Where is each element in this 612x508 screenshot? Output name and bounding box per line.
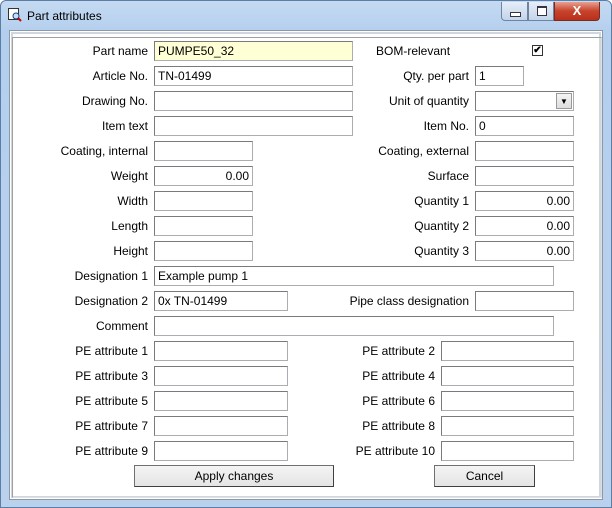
pe-1-label: PE attribute 1	[75, 344, 148, 358]
coating-external-input[interactable]	[475, 141, 574, 161]
unit-of-quantity-dropdown[interactable]: ▼	[475, 91, 574, 111]
close-icon: X	[572, 3, 582, 18]
length-label: Length	[111, 219, 148, 233]
quantity-3-input[interactable]: 0.00	[475, 241, 574, 261]
designation-1-input[interactable]: Example pump 1	[154, 266, 554, 286]
quantity-2-label: Quantity 2	[414, 219, 469, 233]
comment-label: Comment	[95, 319, 148, 333]
surface-label: Surface	[427, 169, 469, 183]
pe-6-input[interactable]	[441, 391, 574, 411]
quantity-1-input[interactable]: 0.00	[475, 191, 574, 211]
qty-per-part-input[interactable]: 1	[475, 66, 524, 86]
quantity-2-value: 0.00	[546, 219, 570, 233]
part-name-input[interactable]: PUMPE50_32	[154, 41, 353, 61]
pe-10-input[interactable]	[441, 441, 574, 461]
quantity-1-label: Quantity 1	[414, 194, 469, 208]
item-no-value: 0	[479, 119, 486, 133]
item-no-label: Item No.	[423, 119, 469, 133]
part-name-label: Part name	[92, 44, 148, 58]
quantity-3-value: 0.00	[546, 244, 570, 258]
comment-input[interactable]	[154, 316, 554, 336]
width-label: Width	[117, 194, 148, 208]
coating-external-label: Coating, external	[378, 144, 469, 158]
height-label: Height	[113, 244, 148, 258]
width-input[interactable]	[154, 191, 253, 211]
pe-3-label: PE attribute 3	[75, 369, 148, 383]
pe-6-label: PE attribute 6	[362, 394, 435, 408]
pe-10-label: PE attribute 10	[355, 444, 435, 458]
drawing-no-input[interactable]	[154, 91, 353, 111]
pe-1-input[interactable]	[154, 341, 288, 361]
part-attributes-app-icon	[8, 8, 22, 22]
item-text-label: Item text	[101, 119, 148, 133]
close-button[interactable]: X	[554, 2, 600, 21]
quantity-2-input[interactable]: 0.00	[475, 216, 574, 236]
pe-7-input[interactable]	[154, 416, 288, 436]
minimize-button[interactable]	[501, 2, 528, 21]
minimize-icon	[510, 12, 521, 17]
part-name-value: PUMPE50_32	[158, 44, 235, 58]
pe-4-input[interactable]	[441, 366, 574, 386]
drawing-no-label: Drawing No.	[81, 94, 148, 108]
designation-2-value: 0x TN-01499	[158, 294, 228, 308]
length-input[interactable]	[154, 216, 253, 236]
coating-internal-input[interactable]	[154, 141, 253, 161]
designation-2-input[interactable]: 0x TN-01499	[154, 291, 288, 311]
pipe-class-designation-input[interactable]	[475, 291, 574, 311]
quantity-3-label: Quantity 3	[414, 244, 469, 258]
item-no-input[interactable]: 0	[475, 116, 574, 136]
unit-of-quantity-label: Unit of quantity	[388, 94, 469, 108]
pe-7-label: PE attribute 7	[75, 419, 148, 433]
height-input[interactable]	[154, 241, 253, 261]
quantity-1-value: 0.00	[546, 194, 570, 208]
pe-2-label: PE attribute 2	[362, 344, 435, 358]
pipe-class-designation-label: Pipe class designation	[349, 294, 469, 308]
pe-4-label: PE attribute 4	[362, 369, 435, 383]
weight-value: 0.00	[225, 169, 249, 183]
surface-input[interactable]	[475, 166, 574, 186]
coating-internal-label: Coating, internal	[60, 144, 148, 158]
apply-changes-button[interactable]: Apply changes	[134, 465, 334, 487]
article-no-label: Article No.	[92, 69, 148, 83]
designation-1-label: Designation 1	[74, 269, 148, 283]
pe-5-label: PE attribute 5	[75, 394, 148, 408]
weight-input[interactable]: 0.00	[154, 166, 253, 186]
maximize-button[interactable]	[528, 2, 554, 21]
pe-9-label: PE attribute 9	[75, 444, 148, 458]
pe-3-input[interactable]	[154, 366, 288, 386]
checkmark-icon: ✔	[533, 45, 542, 56]
designation-1-value: Example pump 1	[158, 269, 249, 283]
bom-relevant-label: BOM-relevant	[376, 44, 451, 58]
qty-per-part-label: Qty. per part	[403, 69, 469, 83]
article-no-value: TN-01499	[158, 69, 212, 83]
bom-relevant-checkbox[interactable]: ✔	[532, 45, 543, 56]
item-text-input[interactable]	[154, 116, 353, 136]
designation-2-label: Designation 2	[74, 294, 148, 308]
pe-8-label: PE attribute 8	[362, 419, 435, 433]
weight-label: Weight	[110, 169, 148, 183]
qty-per-part-value: 1	[479, 69, 486, 83]
pe-8-input[interactable]	[441, 416, 574, 436]
pe-9-input[interactable]	[154, 441, 288, 461]
pe-2-input[interactable]	[441, 341, 574, 361]
cancel-button[interactable]: Cancel	[434, 465, 535, 487]
maximize-icon	[537, 6, 547, 16]
window-title: Part attributes	[27, 9, 102, 23]
article-no-input[interactable]: TN-01499	[154, 66, 353, 86]
pe-5-input[interactable]	[154, 391, 288, 411]
chevron-down-icon[interactable]: ▼	[556, 93, 572, 109]
